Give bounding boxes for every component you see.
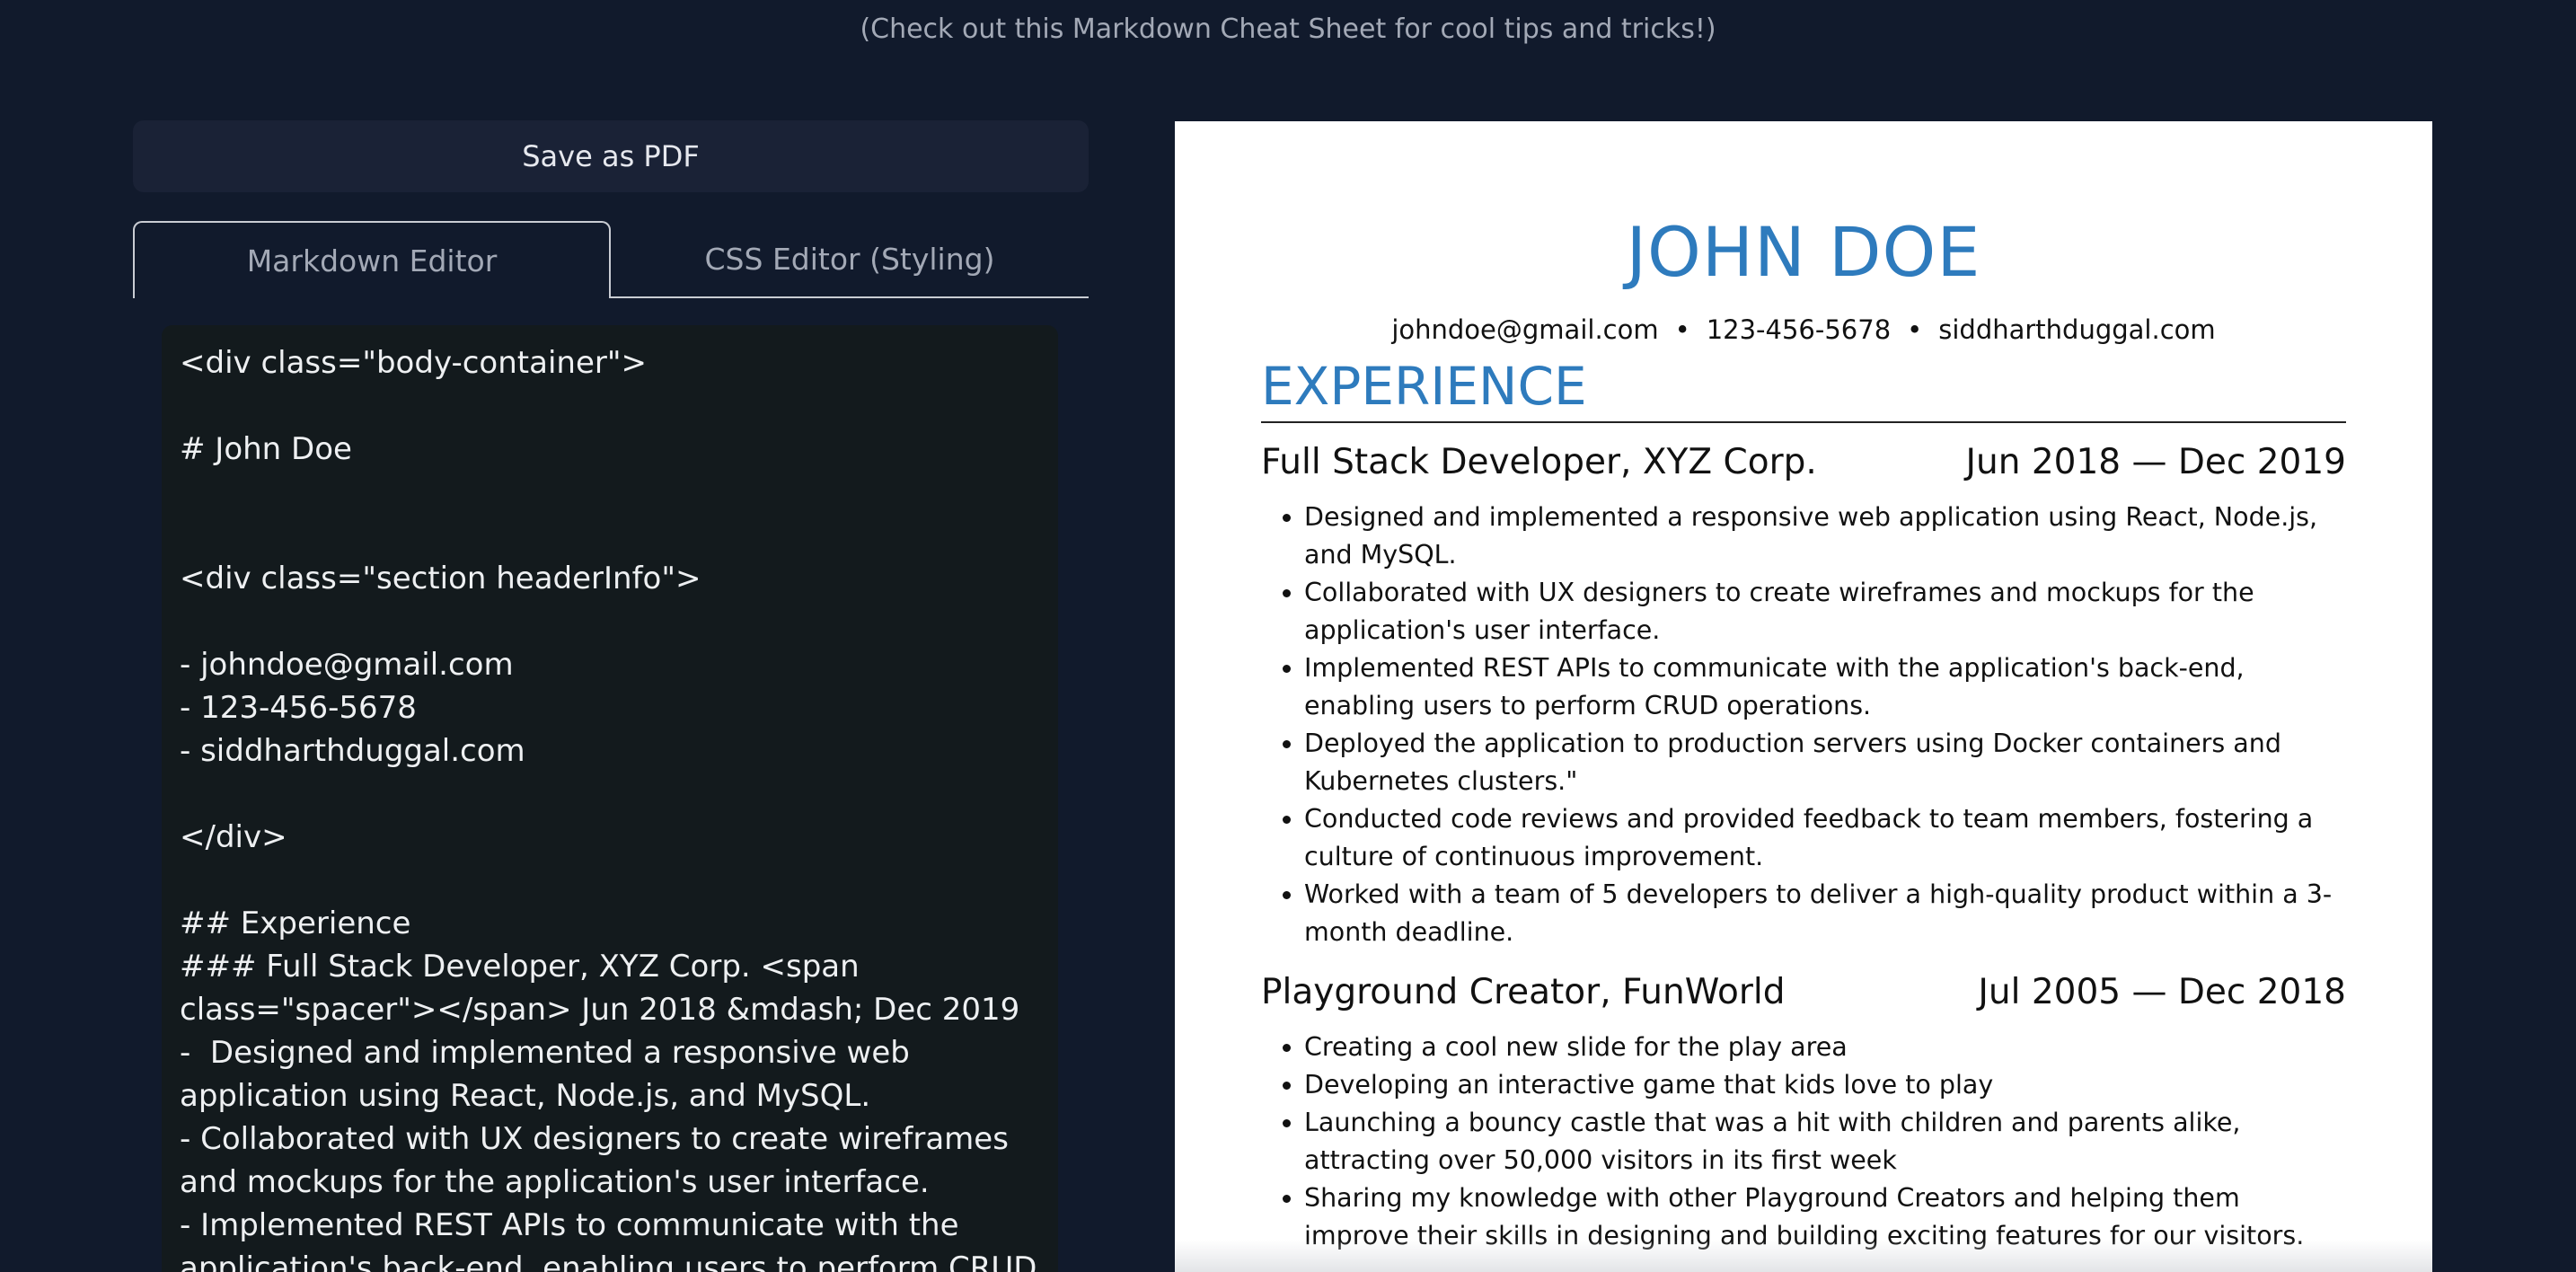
hint-prefix: (Check out this xyxy=(860,13,1072,45)
resume-preview: JOHN DOE johndoe@gmail.com 123-456-5678 … xyxy=(1175,121,2432,1272)
job-entry: Full Stack Developer, XYZ Corp. Jun 2018… xyxy=(1261,439,2346,951)
cheat-sheet-link[interactable]: Markdown Cheat Sheet xyxy=(1072,13,1386,45)
job-dates: Jun 2018 — Dec 2019 xyxy=(1965,442,2347,482)
save-as-pdf-button[interactable]: Save as PDF xyxy=(133,120,1089,192)
job-bullets: Designed and implemented a responsive we… xyxy=(1261,499,2346,951)
bullet-item: Designed and implemented a responsive we… xyxy=(1304,499,2346,574)
bullet-item: Creating a cool new slide for the play a… xyxy=(1304,1029,2346,1066)
editor-tabs: Markdown Editor CSS Editor (Styling) xyxy=(133,221,1089,298)
section-title-experience: EXPERIENCE xyxy=(1261,353,2346,423)
editor-panel: Save as PDF Markdown Editor CSS Editor (… xyxy=(133,120,1089,298)
contact-email: johndoe@gmail.com xyxy=(1391,314,1659,345)
hint-suffix: for cool tips and tricks!) xyxy=(1386,13,1716,45)
job-entry: Playground Creator, FunWorld Jul 2005 — … xyxy=(1261,969,2346,1255)
resume-name: JOHN DOE xyxy=(1626,212,1981,292)
contact-phone: 123-456-5678 xyxy=(1659,312,1891,348)
bullet-item: Implemented REST APIs to communicate wit… xyxy=(1304,649,2346,725)
job-dates: Jul 2005 — Dec 2018 xyxy=(1978,972,2346,1012)
bullet-item: Sharing my knowledge with other Playgrou… xyxy=(1304,1179,2346,1255)
contact-website: siddharthduggal.com xyxy=(1891,312,2215,348)
bullet-item: Deployed the application to production s… xyxy=(1304,725,2346,800)
contact-info: johndoe@gmail.com 123-456-5678 siddharth… xyxy=(1261,312,2346,348)
tab-markdown-editor[interactable]: Markdown Editor xyxy=(133,221,611,298)
job-title: Playground Creator, FunWorld xyxy=(1261,972,1786,1012)
job-bullets: Creating a cool new slide for the play a… xyxy=(1261,1029,2346,1255)
bullet-item: Conducted code reviews and provided feed… xyxy=(1304,800,2346,876)
bullet-item: Launching a bouncy castle that was a hit… xyxy=(1304,1104,2346,1179)
markdown-textarea[interactable]: <div class="body-container"> # John Doe … xyxy=(162,325,1058,1272)
bullet-item: Collaborated with UX designers to create… xyxy=(1304,574,2346,649)
tab-css-editor[interactable]: CSS Editor (Styling) xyxy=(611,221,1089,296)
job-header: Full Stack Developer, XYZ Corp. Jun 2018… xyxy=(1261,439,2346,486)
bullet-item: Worked with a team of 5 developers to de… xyxy=(1304,876,2346,951)
bullet-item: Developing an interactive game that kids… xyxy=(1304,1066,2346,1104)
job-title: Full Stack Developer, XYZ Corp. xyxy=(1261,442,1817,482)
job-header: Playground Creator, FunWorld Jul 2005 — … xyxy=(1261,969,2346,1016)
cheat-sheet-hint: (Check out this Markdown Cheat Sheet for… xyxy=(0,13,2576,47)
